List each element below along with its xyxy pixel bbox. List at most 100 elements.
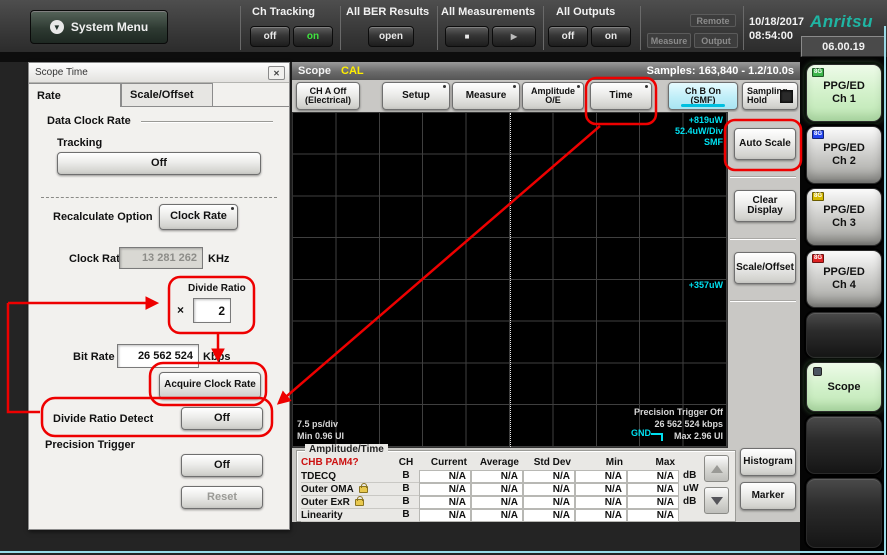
top-bar: ▼ System Menu Ch Tracking off on All BER… [0,0,887,52]
table-cell: N/A [575,470,627,483]
acquire-clock-rate-button[interactable]: Acquire Clock Rate [159,372,261,399]
lock-icon [355,499,364,506]
table-scroll-up-button[interactable] [704,455,729,482]
tab-scale-offset[interactable]: Scale/Offset [121,83,213,107]
table-cell-ch: B [393,496,419,509]
gnd-label: GND [631,428,651,438]
time-label: 08:54:00 [749,30,793,42]
ch1-label-line1: PPG/ED [823,80,865,93]
lock-icon [359,486,368,493]
dialog-title-text: Scope Time [35,67,88,78]
scale-offset-button[interactable]: Scale/Offset [734,252,796,284]
scope-label: Scope [827,381,860,394]
table-cell: N/A [419,509,471,522]
tab-baseline [213,106,289,107]
all-outputs-on-button[interactable]: on [591,26,631,47]
max-ui-readout: Max 2.96 UI [674,431,723,441]
bit-rate-label: Bit Rate [73,351,115,363]
table-row-name: Outer ExR [301,496,393,509]
sampling-hold-button[interactable]: Sampling Hold [742,82,798,110]
ch2-label-line2: Ch 2 [832,155,856,168]
table-cell: N/A [419,483,471,496]
table-header-current: Current [419,457,471,470]
system-menu-button[interactable]: ▼ System Menu [30,10,168,44]
sidebar-item-empty-2[interactable] [806,416,882,474]
close-icon[interactable]: ✕ [268,66,285,80]
stop-icon[interactable]: ■ [445,26,489,47]
table-cell: N/A [471,496,523,509]
table-cell: N/A [627,496,679,509]
sidebar-item-ppg-ed-ch4[interactable]: 8G PPG/ED Ch 4 [806,250,882,308]
table-scroll-down-button[interactable] [704,487,729,514]
setup-button[interactable]: Setup [382,82,450,110]
divide-ratio-detect-off-button[interactable]: Off [181,407,263,430]
groupbox-legend: Amplitude/Time [305,444,388,455]
sidebar-item-ppg-ed-ch3[interactable]: 8G PPG/ED Ch 3 [806,188,882,246]
submenu-dot-icon [513,85,516,88]
table-cell: N/A [523,470,575,483]
sidebar-item-ppg-ed-ch2[interactable]: 8G PPG/ED Ch 2 [806,126,882,184]
all-outputs-off-button[interactable]: off [548,26,588,47]
window-frame-edge [884,26,886,555]
tracking-label: Tracking [57,137,102,149]
tracking-off-button[interactable]: Off [57,152,261,175]
row-label: Outer OMA [301,484,354,495]
timebase-readout: 7.5 ps/div [297,419,338,429]
all-ber-results-open-button[interactable]: open [368,26,414,47]
submenu-dot-icon [645,85,648,88]
bit-rate-field[interactable]: 26 562 524 [117,344,199,368]
marker-button[interactable]: Marker [740,482,796,510]
play-icon[interactable]: ▶ [492,26,536,47]
table-cell: N/A [627,483,679,496]
version-badge: 06.00.19 [801,36,886,57]
table-cell: N/A [419,470,471,483]
sidebar-item-empty-3[interactable] [806,478,882,548]
clear-display-button[interactable]: Clear Display [734,190,796,222]
measure-button[interactable]: Measure [452,82,520,110]
table-cell: N/A [575,496,627,509]
table-header-average: Average [471,457,523,470]
gnd-arrow-icon [651,433,663,441]
reset-button[interactable]: Reset [181,486,263,509]
ch2-rate-badge: 8G [812,130,824,139]
tab-rate[interactable]: Rate [29,83,121,107]
table-cell: N/A [523,496,575,509]
dashed-separator [41,197,277,198]
ch-tracking-off-button[interactable]: off [250,26,290,47]
triangle-up-icon [711,465,723,473]
hold-indicator-icon [780,90,793,103]
precision-trigger-readout: Precision Trigger Off [634,407,723,417]
ch-b-active-underline [681,104,725,107]
dialog-title-bar[interactable]: Scope Time ✕ [29,63,289,83]
table-row-name: Linearity [301,509,393,522]
clock-rate-unit: KHz [208,253,229,265]
divide-ratio-label: Divide Ratio [188,283,246,294]
sidebar-item-ppg-ed-ch1[interactable]: 8G PPG/ED Ch 1 [806,64,882,122]
table-cell: N/A [575,483,627,496]
divider [437,6,438,50]
histogram-button[interactable]: Histogram [740,448,796,476]
amplitude-oe-button[interactable]: Amplitude O/E [522,82,584,110]
table-cell: N/A [419,496,471,509]
recalculate-option-button[interactable]: Clock Rate [159,204,238,230]
ch-b-button[interactable]: Ch B On (SMF) [668,82,738,110]
waveform-display[interactable]: +819uW 52.4uW/Div SMF +357uW 7.5 ps/div … [292,112,728,448]
scope-panel: Scope CAL Samples: 163,840 - 1.2/10.0s C… [292,62,800,522]
ch-a-button[interactable]: CH A Off (Electrical) [296,82,360,110]
setup-label: Setup [402,91,430,102]
divide-ratio-field[interactable]: 2 [193,298,231,323]
table-cell: N/A [523,509,575,522]
ch-tracking-on-button[interactable]: on [293,26,333,47]
table-cell-ch: B [393,470,419,483]
ch4-label-line2: Ch 4 [832,279,856,292]
table-cell-ch: B [393,483,419,496]
sidebar-item-scope[interactable]: Scope [806,362,882,412]
scope-side-controls: Auto Scale Clear Display Scale/Offset [728,112,800,448]
time-button[interactable]: Time [590,82,652,110]
auto-scale-button[interactable]: Auto Scale [734,128,796,160]
table-header-ch: CH [393,457,419,470]
precision-trigger-off-button[interactable]: Off [181,454,263,477]
divide-ratio-detect-label: Divide Ratio Detect [53,413,153,425]
sidebar-item-empty-1[interactable] [806,312,882,358]
gnd-marker: GND [631,428,663,441]
